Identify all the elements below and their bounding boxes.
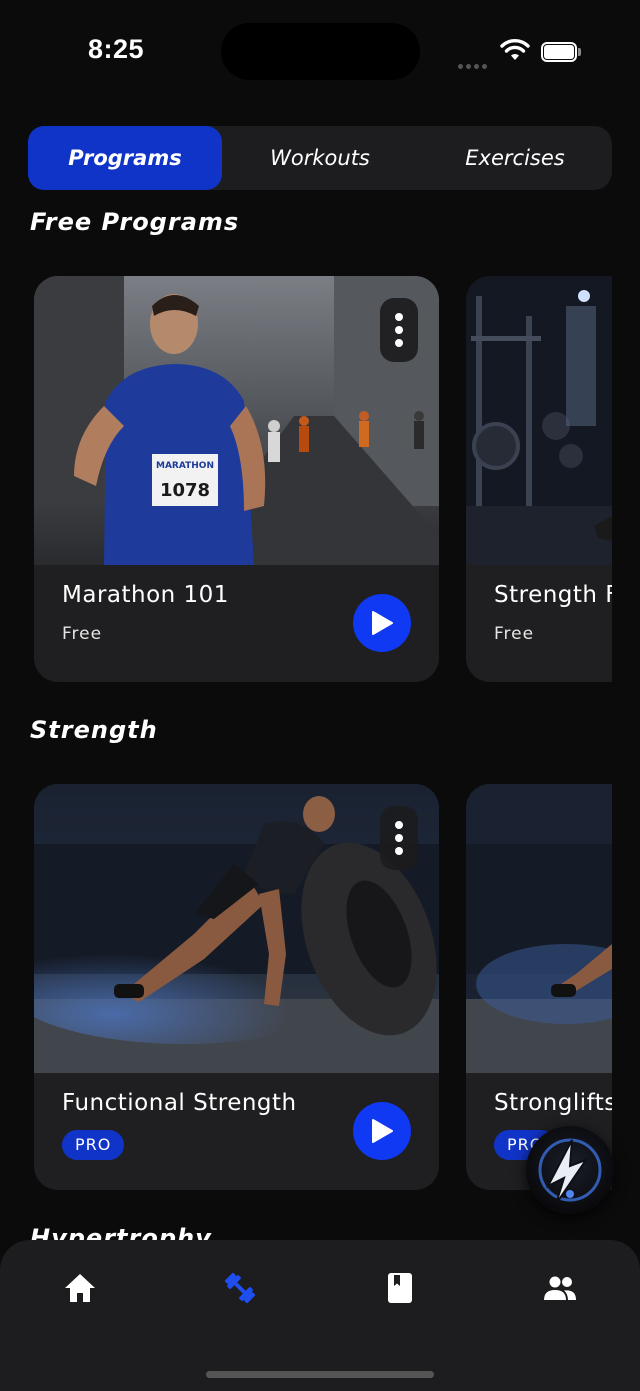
- stronglifts-photo: [466, 784, 612, 1073]
- play-icon: [372, 611, 393, 635]
- home-icon[interactable]: [62, 1270, 98, 1306]
- free-programs-carousel[interactable]: MARATHON 1078 Marathon 101 Free Strength…: [34, 276, 612, 682]
- gym-photo: [466, 276, 612, 565]
- section-title-free-programs: Free Programs: [30, 208, 240, 236]
- dynamic-island: [221, 23, 420, 80]
- tab-exercises[interactable]: Exercises: [418, 126, 612, 190]
- pro-badge: PRO: [62, 1130, 125, 1160]
- card-title: Functional Strength: [62, 1090, 297, 1116]
- svg-text:MARATHON: MARATHON: [156, 461, 214, 471]
- tab-workouts[interactable]: Workouts: [222, 126, 418, 190]
- card-subtitle: Free: [62, 624, 103, 644]
- signal-icon: [458, 54, 492, 69]
- book-icon[interactable]: [382, 1270, 418, 1306]
- marathon-photo: MARATHON 1078: [34, 276, 439, 565]
- program-card-functional-strength[interactable]: Functional Strength PRO: [34, 784, 439, 1190]
- card-menu-button[interactable]: [380, 806, 418, 870]
- card-title: Marathon 101: [62, 582, 229, 608]
- card-title: Strength F: [494, 582, 612, 608]
- dumbbell-icon[interactable]: [222, 1270, 258, 1306]
- tab-programs[interactable]: Programs: [28, 126, 222, 190]
- program-card-strength-free[interactable]: Strength F Free: [466, 276, 612, 682]
- section-title-strength: Strength: [30, 716, 158, 744]
- lightning-logo-icon: [538, 1138, 602, 1205]
- status-time: 8:25: [88, 34, 145, 64]
- tire-flip-photo: [34, 784, 439, 1073]
- play-button[interactable]: [353, 594, 411, 652]
- coach-logo-button[interactable]: [526, 1126, 614, 1214]
- bottom-tab-bar: [0, 1240, 640, 1391]
- program-card-marathon[interactable]: MARATHON 1078 Marathon 101 Free: [34, 276, 439, 682]
- people-icon[interactable]: [542, 1270, 578, 1306]
- card-menu-button[interactable]: [380, 298, 418, 362]
- home-indicator: [206, 1371, 434, 1378]
- battery-icon: [541, 42, 581, 62]
- play-button[interactable]: [353, 1102, 411, 1160]
- card-subtitle: Free: [494, 624, 535, 644]
- segmented-tabs: Programs Workouts Exercises: [28, 126, 612, 190]
- wifi-icon: [500, 39, 530, 60]
- svg-text:1078: 1078: [160, 480, 210, 501]
- play-icon: [372, 1119, 393, 1143]
- card-title: Stronglifts: [494, 1090, 612, 1116]
